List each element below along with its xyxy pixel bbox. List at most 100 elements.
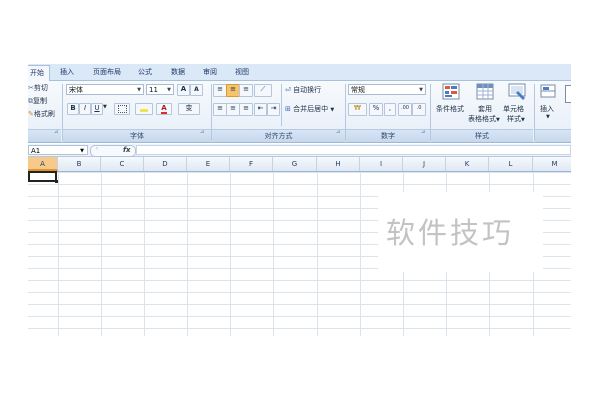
- tab-page-layout[interactable]: 页面布局: [86, 65, 128, 80]
- tab-formulas[interactable]: 公式: [134, 65, 156, 80]
- underline-button[interactable]: U: [91, 103, 103, 115]
- format-painter-button[interactable]: ✎格式刷: [28, 109, 55, 119]
- column-header-g[interactable]: G: [273, 157, 317, 171]
- grow-font-button[interactable]: A: [177, 84, 190, 96]
- number-format-select[interactable]: 常规 ▼: [348, 84, 426, 95]
- chevron-down-icon: ▼: [80, 148, 84, 154]
- format-as-table-button[interactable]: 套用 表格格式▼: [468, 83, 500, 127]
- paint-bucket-icon: [140, 109, 148, 112]
- fill-color-button[interactable]: [135, 103, 153, 115]
- align-left-icon: ≡: [217, 104, 223, 112]
- column-header-j[interactable]: J: [403, 157, 446, 171]
- chevron-down-icon: ▼: [330, 107, 335, 113]
- name-box[interactable]: A1 ▼: [28, 145, 88, 155]
- shrink-font-button[interactable]: A: [190, 84, 203, 96]
- dialog-launcher-icon[interactable]: ⊿: [200, 129, 204, 135]
- conditional-format-icon: [442, 83, 460, 100]
- align-center-button[interactable]: ≡: [226, 103, 240, 116]
- tab-insert[interactable]: 插入: [54, 65, 80, 80]
- column-header-b[interactable]: B: [58, 157, 101, 171]
- increase-decimal-button[interactable]: .00: [398, 103, 412, 116]
- percent-button[interactable]: %: [369, 103, 383, 116]
- dialog-launcher-icon[interactable]: ⊿: [421, 129, 425, 135]
- accounting-format-button[interactable]: ₩: [348, 103, 367, 116]
- align-bottom-button[interactable]: ≡: [239, 84, 253, 97]
- fill-handle[interactable]: [55, 180, 58, 183]
- merge-center-button[interactable]: ⊞ 合并后居中 ▼: [285, 104, 334, 114]
- chevron-down-icon: ▼: [419, 87, 423, 93]
- borders-button[interactable]: [114, 103, 130, 115]
- merge-icon: ⊞: [285, 105, 291, 113]
- chevron-down-icon: ▼: [546, 114, 550, 120]
- cell-styles-label: 样式▼: [507, 115, 525, 123]
- copy-button[interactable]: ⧉复制: [28, 96, 47, 106]
- chevron-down-icon: ▼: [137, 87, 141, 93]
- comma-button[interactable]: ,: [384, 103, 396, 116]
- inner-separator: [281, 84, 282, 126]
- tab-home[interactable]: 开始: [28, 65, 50, 81]
- chevron-down-icon[interactable]: ▼: [103, 104, 107, 110]
- italic-button[interactable]: I: [79, 103, 91, 115]
- cut-button[interactable]: ✂剪切: [28, 83, 48, 93]
- increase-indent-button[interactable]: ⇥: [267, 103, 280, 116]
- grid-line: [144, 172, 145, 336]
- phonetic-button[interactable]: 变: [178, 103, 200, 115]
- grid-line: [273, 172, 274, 336]
- column-header-d[interactable]: D: [144, 157, 187, 171]
- formula-input[interactable]: [136, 145, 571, 155]
- expand-icon[interactable]: ◦: [95, 145, 99, 153]
- insert-cells-button[interactable]: 插入 ▼: [537, 83, 563, 127]
- font-size-select[interactable]: 11 ▼: [146, 84, 174, 95]
- fx-button[interactable]: fx: [123, 146, 131, 154]
- orientation-button[interactable]: ⟋: [254, 84, 272, 97]
- bold-button[interactable]: B: [67, 103, 79, 115]
- align-right-button[interactable]: ≡: [239, 103, 253, 116]
- align-bottom-icon: ≡: [243, 85, 249, 93]
- align-top-icon: ≡: [217, 85, 223, 93]
- column-header-f[interactable]: F: [230, 157, 273, 171]
- column-header-i[interactable]: I: [360, 157, 403, 171]
- align-middle-icon: ≡: [230, 85, 236, 93]
- dialog-launcher-icon[interactable]: ⊿: [54, 129, 58, 135]
- font-color-button[interactable]: A: [156, 103, 172, 115]
- ribbon-tab-bar: 开始 插入 页面布局 公式 数据 审阅 视图: [28, 64, 571, 81]
- column-header-e[interactable]: E: [187, 157, 230, 171]
- currency-icon: ₩: [354, 104, 361, 112]
- text-orientation-icon: ⟋: [260, 85, 266, 93]
- align-top-button[interactable]: ≡: [213, 84, 227, 97]
- decrease-decimal-button[interactable]: .0: [412, 103, 426, 116]
- cell-styles-icon: [508, 83, 526, 100]
- column-header-k[interactable]: K: [446, 157, 489, 171]
- align-right-icon: ≡: [243, 104, 249, 112]
- border-icon: [117, 105, 127, 113]
- chevron-down-icon: ▼: [496, 117, 500, 123]
- column-header-c[interactable]: C: [101, 157, 144, 171]
- column-header-m[interactable]: M: [533, 157, 571, 171]
- wrap-text-button[interactable]: ⏎ 自动换行: [285, 85, 321, 95]
- column-header-a[interactable]: A: [28, 157, 58, 171]
- align-center-icon: ≡: [230, 104, 236, 112]
- dialog-launcher-icon[interactable]: ⊿: [336, 129, 340, 135]
- formula-buttons: ◦ fx: [90, 145, 136, 157]
- column-header-h[interactable]: H: [317, 157, 360, 171]
- watermark-text: 软件技巧: [386, 216, 515, 250]
- grid-line: [58, 172, 59, 336]
- alignment-group-label: 对齐方式: [212, 129, 345, 142]
- selected-cell-a1[interactable]: [28, 171, 57, 182]
- conditional-format-button[interactable]: 条件格式: [436, 83, 470, 127]
- tab-view[interactable]: 视图: [231, 65, 253, 80]
- delete-cells-icon[interactable]: [565, 85, 571, 103]
- font-name-select[interactable]: 宋体 ▼: [66, 84, 144, 95]
- cell-styles-button[interactable]: 单元格 样式▼: [503, 83, 533, 127]
- align-middle-button[interactable]: ≡: [226, 84, 240, 97]
- grid-line: [317, 172, 318, 336]
- grid-line: [101, 172, 102, 336]
- tab-data[interactable]: 数据: [167, 65, 189, 80]
- align-left-button[interactable]: ≡: [213, 103, 227, 116]
- grid-line: [230, 172, 231, 336]
- font-group-label: 字体: [63, 129, 211, 142]
- decrease-indent-button[interactable]: ⇤: [254, 103, 267, 116]
- grid-line: [187, 172, 188, 336]
- column-header-l[interactable]: L: [489, 157, 533, 171]
- tab-review[interactable]: 审阅: [199, 65, 221, 80]
